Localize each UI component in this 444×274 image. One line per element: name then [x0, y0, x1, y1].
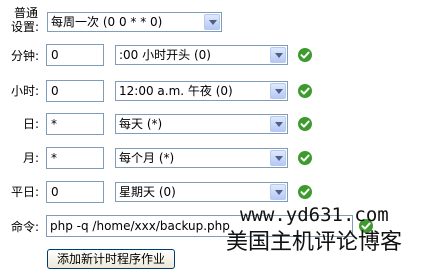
common-settings-select[interactable]: 每周一次 (0 0 * * 0): [47, 12, 222, 32]
month-select-value: 每个月 (*): [119, 151, 175, 165]
weekday-label: 平日:: [10, 185, 39, 199]
chevron-down-icon: [270, 83, 286, 99]
month-select[interactable]: 每个月 (*): [115, 148, 288, 168]
chevron-down-icon: [270, 116, 286, 132]
day-select[interactable]: 每天 (*): [115, 114, 288, 134]
weekday-select-value: 星期天 (0): [119, 185, 176, 199]
day-label: 日:: [22, 117, 39, 131]
check-circle-icon: [298, 151, 312, 165]
watermark-text: 美国主机评论博客: [226, 230, 403, 255]
common-settings-label: 普通 设置:: [11, 6, 39, 34]
minute-label: 分钟:: [10, 49, 39, 63]
add-cron-job-button[interactable]: 添加新计时程序作业: [47, 249, 175, 269]
day-input[interactable]: *: [46, 113, 104, 135]
chevron-down-icon: [270, 47, 286, 63]
minute-select[interactable]: :00 小时开头 (0): [115, 45, 288, 65]
check-circle-icon: [298, 84, 312, 98]
hour-select-value: 12:00 a.m. 午夜 (0): [119, 84, 233, 98]
weekday-select[interactable]: 星期天 (0): [115, 182, 288, 202]
minute-input[interactable]: 0: [46, 44, 104, 66]
day-select-value: 每天 (*): [119, 117, 163, 131]
common-settings-select-value: 每周一次 (0 0 * * 0): [51, 15, 163, 29]
command-label: 命令:: [10, 220, 39, 234]
chevron-down-icon: [270, 184, 286, 200]
hour-label: 小时:: [10, 84, 39, 98]
check-circle-icon: [298, 117, 312, 131]
month-input[interactable]: *: [46, 147, 104, 169]
hour-select[interactable]: 12:00 a.m. 午夜 (0): [115, 81, 288, 101]
common-settings-label-line1: 普通: [14, 6, 39, 20]
month-label: 月:: [22, 151, 39, 165]
hour-input[interactable]: 0: [46, 80, 104, 102]
watermark-url: www.yd631.com: [240, 204, 389, 226]
common-settings-label-line2: 设置:: [11, 20, 40, 34]
check-circle-icon: [298, 185, 312, 199]
chevron-down-icon: [270, 150, 286, 166]
minute-select-value: :00 小时开头 (0): [119, 48, 211, 62]
weekday-input[interactable]: 0: [46, 181, 104, 203]
check-circle-icon: [298, 48, 312, 62]
chevron-down-icon: [204, 14, 220, 30]
